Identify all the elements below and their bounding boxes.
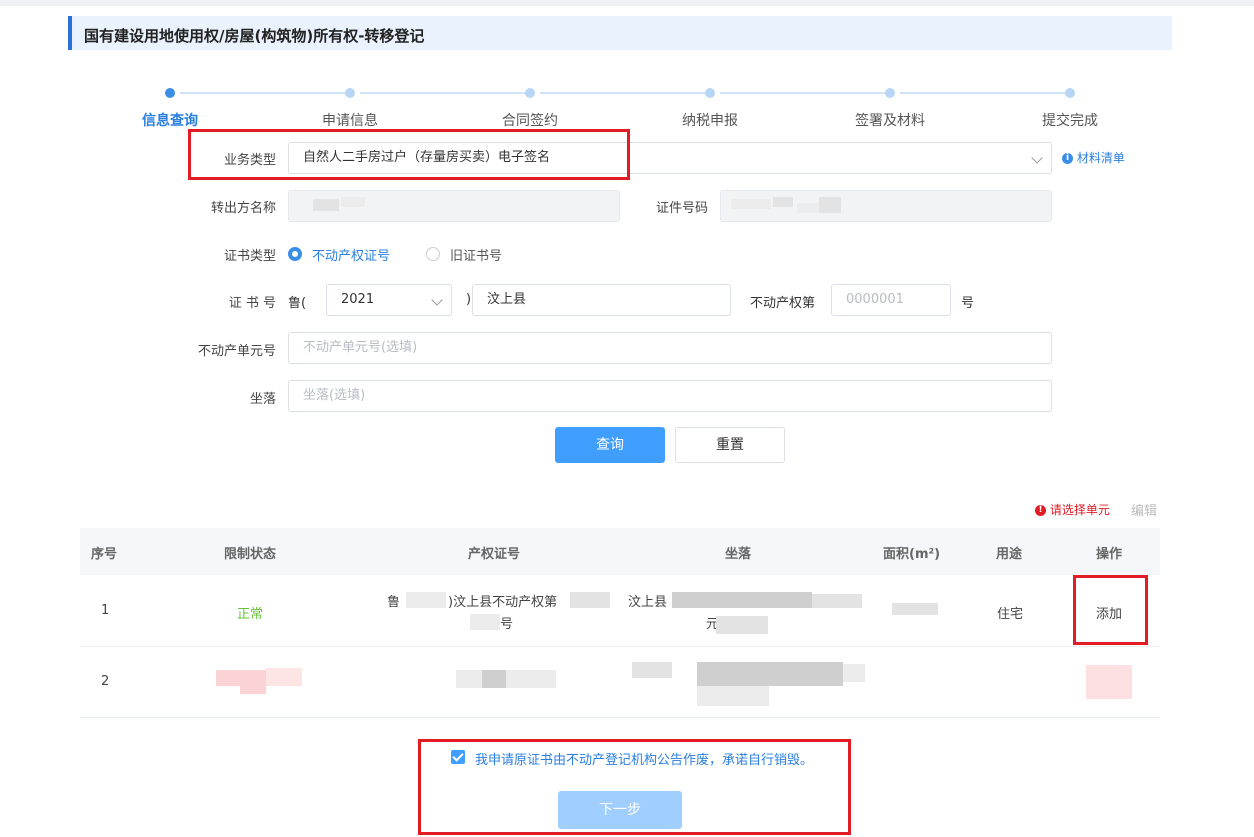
redacted-text (456, 670, 556, 688)
highlight-box-business-type (188, 129, 630, 180)
col-header-action: 操作 (1096, 547, 1123, 562)
step-label-2: 申请信息 (322, 113, 378, 129)
redacted-text (812, 594, 862, 608)
col-header-area: 面积(m²) (883, 547, 941, 562)
cert-middle-label: 不动产权第 (750, 296, 816, 311)
select-unit-warning: ! 请选择单元 (1035, 501, 1110, 518)
transferor-label: 转出方名称 (210, 201, 276, 216)
cert-paren: ) (466, 292, 472, 307)
select-unit-warning-text: 请选择单元 (1049, 503, 1110, 517)
step-connector (720, 92, 885, 94)
step-dot-5 (885, 88, 895, 98)
step-connector (180, 92, 345, 94)
cert-type-radio-new[interactable] (288, 247, 302, 261)
redacted-text (632, 662, 672, 678)
redacted-text (892, 603, 938, 615)
info-icon: i (1062, 153, 1073, 164)
step-dot-4 (705, 88, 715, 98)
redacted-text (731, 199, 771, 209)
redacted-text (266, 668, 302, 686)
cert-part-1: 鲁 (387, 595, 401, 610)
redacted-text (797, 203, 821, 213)
query-button[interactable]: 查询 (555, 427, 665, 463)
unit-no-label: 不动产单元号 (197, 344, 276, 359)
cert-no-label: 证 书 号 (228, 296, 276, 311)
cert-part-2: )汶上县不动产权第 (448, 595, 558, 610)
highlight-box-add (1073, 575, 1148, 645)
redacted-text (482, 670, 506, 688)
materials-link-label: 材料清单 (1076, 151, 1125, 165)
step-dot-6 (1065, 88, 1075, 98)
warning-icon: ! (1035, 505, 1046, 516)
chevron-down-icon (431, 294, 443, 306)
redacted-text (819, 197, 841, 213)
step-label-4: 纳税申报 (682, 113, 738, 129)
col-header-usage: 用途 (996, 547, 1023, 562)
redacted-text (773, 197, 793, 207)
step-connector (540, 92, 705, 94)
redacted-text (341, 197, 365, 207)
col-header-location: 坐落 (725, 547, 752, 562)
id-number-input[interactable] (720, 190, 1052, 222)
step-dot-1 (165, 88, 175, 98)
redacted-text (570, 592, 610, 608)
redacted-text (672, 592, 812, 608)
step-label-5: 签署及材料 (855, 113, 925, 129)
reset-button[interactable]: 重置 (675, 427, 785, 463)
row-index: 2 (101, 674, 110, 689)
col-header-status: 限制状态 (224, 547, 277, 562)
step-connector (900, 92, 1065, 94)
unit-no-input[interactable]: 不动产单元号(选填) (288, 332, 1052, 364)
redacted-text (240, 684, 266, 694)
step-dot-2 (345, 88, 355, 98)
row-divider (80, 717, 1160, 718)
redacted-text (843, 664, 865, 682)
step-connector (360, 92, 525, 94)
highlight-box-footer (418, 739, 851, 835)
cert-number-placeholder: 0000001 (846, 292, 904, 307)
usage-text: 住宅 (997, 607, 1024, 622)
redacted-text (697, 686, 769, 706)
transferor-input[interactable] (288, 190, 620, 222)
col-header-index: 序号 (91, 547, 118, 562)
cert-type-option-new[interactable]: 不动产权证号 (312, 245, 390, 264)
cert-suffix: 号 (961, 296, 975, 311)
redacted-text (697, 662, 843, 686)
id-number-label: 证件号码 (655, 201, 708, 216)
row-divider (80, 646, 1160, 647)
cert-type-radio-old[interactable] (426, 247, 440, 261)
redacted-text (406, 592, 446, 608)
status-badge: 正常 (237, 607, 264, 622)
location-label: 坐落 (249, 392, 276, 407)
page-title: 国有建设用地使用权/房屋(构筑物)所有权-转移登记 (84, 27, 425, 45)
step-label-6: 提交完成 (1042, 113, 1098, 129)
col-header-cert: 产权证号 (468, 547, 521, 562)
location-input[interactable]: 坐落(选填) (288, 380, 1052, 412)
cert-part-3: 号 (500, 617, 514, 632)
cert-year-select[interactable]: 2021 (326, 284, 452, 316)
chevron-down-icon (1031, 152, 1043, 164)
step-label-1: 信息查询 (142, 113, 198, 129)
row-index: 1 (101, 603, 110, 618)
cert-number-input[interactable]: 0000001 (831, 284, 951, 316)
page-title-bar: 国有建设用地使用权/房屋(构筑物)所有权-转移登记 (68, 16, 1172, 50)
redacted-text (716, 616, 768, 634)
redacted-text (470, 614, 500, 630)
redacted-text (1086, 665, 1132, 699)
edit-link[interactable]: 编辑 (1131, 500, 1157, 519)
unit-no-placeholder: 不动产单元号(选填) (303, 340, 418, 355)
materials-link[interactable]: i 材料清单 (1062, 149, 1125, 166)
cert-prefix: 鲁( (288, 296, 307, 311)
cert-type-label: 证书类型 (223, 249, 276, 264)
location-text: 汶上县 (628, 595, 668, 610)
top-strip (0, 0, 1254, 6)
cert-county-input[interactable]: 汶上县 (472, 284, 731, 316)
redacted-text (313, 199, 339, 211)
cert-year-value: 2021 (341, 292, 375, 307)
step-dot-3 (525, 88, 535, 98)
location-placeholder: 坐落(选填) (303, 388, 366, 403)
cert-county-value: 汶上县 (487, 292, 527, 307)
step-label-3: 合同签约 (502, 113, 558, 129)
cert-type-option-old[interactable]: 旧证书号 (450, 245, 502, 264)
